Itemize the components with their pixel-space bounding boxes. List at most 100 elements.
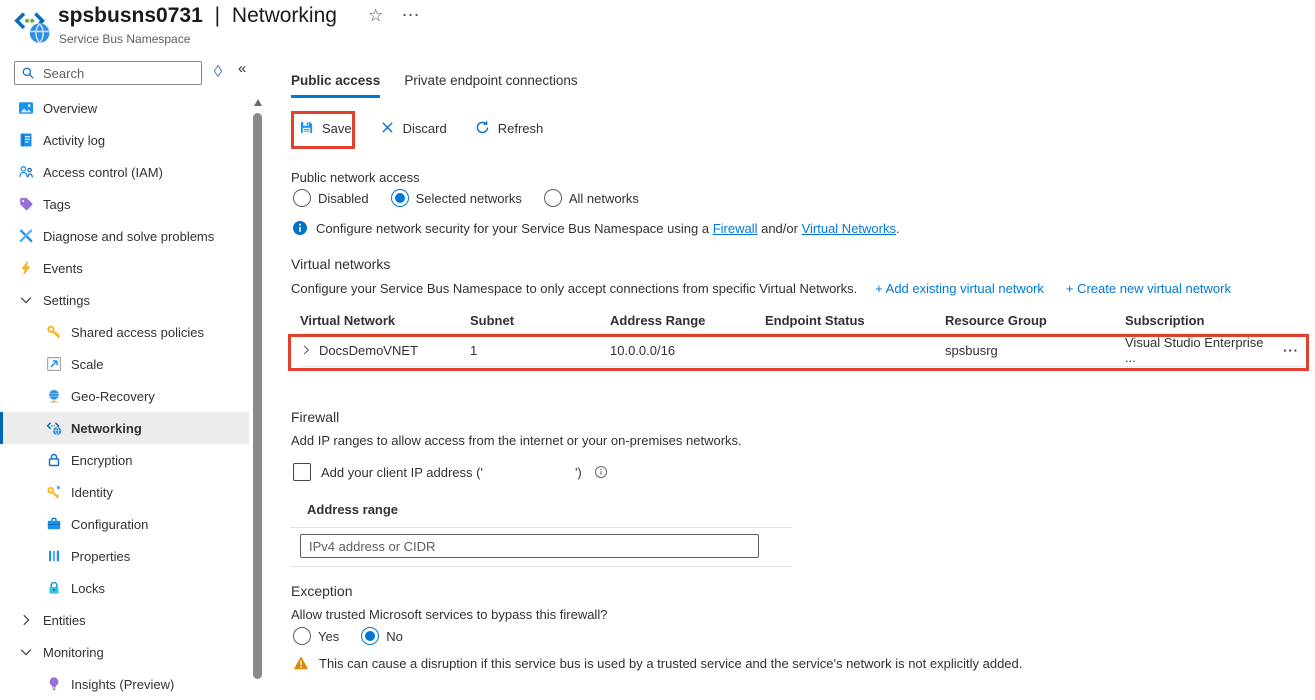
sidebar-item-label: Scale [71, 356, 104, 372]
sidebar-item-label: Geo-Recovery [71, 388, 155, 404]
address-range-cell: 10.0.0.0/16 [610, 342, 676, 358]
scale-icon [46, 356, 62, 372]
sidebar-scrollbar[interactable] [252, 92, 264, 699]
yes-radio[interactable]: Yes [293, 627, 339, 645]
resource-name: spsbusns0731 [58, 4, 203, 27]
sidebar-item-access-control-iam[interactable]: Access control (IAM) [0, 156, 249, 188]
yes-radio-circle[interactable] [293, 627, 311, 645]
add-client-ip-checkbox[interactable] [293, 463, 311, 481]
virtual-networks-table: Virtual Network Subnet Address Range Endpoi… [300, 307, 1310, 367]
virtual-networks-link[interactable]: Virtual Networks [802, 221, 896, 236]
public-network-access-label: Public network access [291, 170, 420, 185]
refresh-button[interactable]: Refresh [475, 120, 543, 136]
save-button[interactable]: Save [299, 120, 352, 136]
sidebar-item-scale[interactable]: Scale [0, 348, 249, 380]
sidebar-item-overview[interactable]: Overview [0, 92, 249, 124]
column-header-endpoint-status: Endpoint Status [765, 312, 865, 328]
selected-networks-radio[interactable]: Selected networks [390, 189, 522, 207]
info-text-prefix: Configure network security for your Serv… [316, 220, 713, 236]
sidebar-item-label: Identity [71, 484, 113, 500]
table-header-row: Virtual Network Subnet Address Range Endpoi… [300, 307, 1310, 334]
subnet-cell: 1 [470, 342, 478, 358]
chevron-down-icon [18, 292, 34, 308]
overview-icon [18, 100, 34, 116]
sidebar-item-label: Activity log [43, 132, 106, 148]
sidebar-search[interactable] [14, 61, 202, 85]
create-new-vnet-link[interactable]: + Create new virtual network [1066, 281, 1231, 296]
sidebar-nav: Overview Activity log Access control (IAM)… [0, 92, 249, 700]
no-radio-label: No [386, 628, 403, 644]
sidebar-item-diagnose-and-solve-problems[interactable]: Diagnose and solve problems [0, 220, 249, 252]
add-existing-vnet-link[interactable]: + Add existing virtual network [875, 281, 1044, 296]
sidebar-item-networking[interactable]: Networking [0, 412, 249, 444]
sidebar-item-identity[interactable]: Identity [0, 476, 249, 508]
column-header-virtual-network: Virtual Network [300, 312, 396, 328]
firewall-link[interactable]: Firewall [713, 221, 758, 236]
more-menu-icon[interactable]: … [401, 0, 421, 22]
all-networks-radio-circle[interactable] [543, 189, 562, 207]
selected-networks-radio-circle[interactable] [390, 189, 409, 207]
sidebar-item-label: Shared access policies [71, 324, 204, 340]
sidebar-item-settings[interactable]: Settings [0, 284, 249, 316]
sidebar-item-encryption[interactable]: Encryption [0, 444, 249, 476]
sidebar-item-entities[interactable]: Entities [0, 604, 249, 636]
sidebar-item-label: Overview [43, 100, 98, 116]
discard-button[interactable]: Discard [380, 120, 447, 136]
pin-diamond-icon[interactable] [211, 64, 225, 78]
tab-public-access[interactable]: Public access [291, 73, 381, 98]
virtual-networks-description: Configure your Service Bus Namespace to … [291, 281, 858, 296]
sidebar-item-tags[interactable]: Tags [0, 188, 249, 220]
disabled-radio[interactable]: Disabled [293, 189, 369, 207]
disabled-radio-label: Disabled [318, 190, 369, 206]
tab-private-endpoint-connections[interactable]: Private endpoint connections [404, 73, 577, 98]
divider [290, 566, 792, 567]
sidebar-item-label: Diagnose and solve problems [43, 228, 215, 244]
disabled-radio-circle[interactable] [293, 189, 311, 207]
warning-banner: This can cause a disruption if this serv… [293, 655, 1022, 671]
sidebar-item-locks[interactable]: Locks [0, 572, 249, 604]
favorite-star-icon[interactable]: ☆ [368, 6, 383, 26]
row-context-menu-icon[interactable]: ··· [1272, 343, 1310, 358]
info-text: Configure network security for your Serv… [316, 221, 900, 236]
virtual-network-links: + Add existing virtual network + Create … [875, 281, 1231, 296]
search-input[interactable] [41, 64, 195, 82]
sidebar-item-label: Access control (IAM) [43, 164, 163, 180]
client-ip-info-icon[interactable] [594, 465, 608, 479]
sidebar-item-events[interactable]: Events [0, 252, 249, 284]
page-name: Networking [231, 4, 337, 27]
sidebar-item-label: Networking [71, 420, 142, 436]
sidebar-item-geo-recovery[interactable]: Geo-Recovery [0, 380, 249, 412]
sidebar-item-configuration[interactable]: Configuration [0, 508, 249, 540]
exception-heading: Exception [291, 583, 353, 599]
info-icon [292, 220, 308, 236]
scrollbar-thumb[interactable] [253, 113, 262, 679]
all-networks-radio[interactable]: All networks [543, 189, 639, 207]
sidebar-item-label: Monitoring [43, 644, 104, 660]
sidebar-item-insights-preview[interactable]: Insights (Preview) [0, 668, 249, 700]
address-range-label: Address range [307, 502, 399, 517]
column-header-subnet: Subnet [470, 312, 515, 328]
search-icon [21, 66, 35, 80]
address-range-input[interactable] [300, 534, 759, 558]
service-bus-icon [13, 7, 51, 45]
sidebar-item-shared-access-policies[interactable]: Shared access policies [0, 316, 249, 348]
command-bar: Save Discard Refresh [299, 120, 543, 136]
firewall-description: Add IP ranges to allow access from the i… [291, 433, 742, 448]
sidebar-item-monitoring[interactable]: Monitoring [0, 636, 249, 668]
no-radio[interactable]: No [361, 627, 403, 645]
table-row[interactable]: DocsDemoVNET 1 10.0.0.0/16 spsbusrg Visual S… [300, 334, 1310, 367]
sidebar-item-label: Entities [43, 612, 86, 628]
virtual-networks-heading: Virtual networks [291, 256, 391, 272]
collapse-sidebar-icon[interactable]: « [238, 60, 246, 77]
sidebar-item-properties[interactable]: Properties [0, 540, 249, 572]
expand-chevron-icon[interactable] [300, 344, 312, 356]
service-bus-icon [46, 420, 62, 436]
info-text-suffix: . [895, 220, 900, 236]
sidebar-item-activity-log[interactable]: Activity log [0, 124, 249, 156]
firewall-heading: Firewall [291, 409, 340, 425]
scrollbar-up-arrow-icon[interactable] [253, 99, 262, 106]
insights-icon [46, 676, 62, 692]
no-radio-circle[interactable] [361, 627, 380, 645]
virtual-networks-description-row: Configure your Service Bus Namespace to … [291, 281, 1231, 296]
public-network-access-options: Disabled Selected networks All networks [293, 189, 661, 207]
